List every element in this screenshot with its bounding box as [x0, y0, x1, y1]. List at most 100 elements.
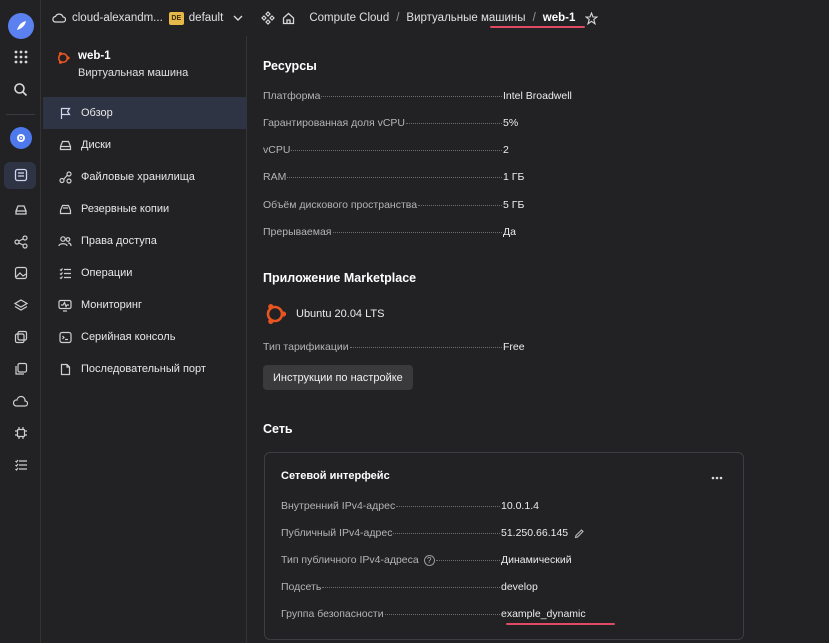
- row-key: Публичный IPv4-адрес: [281, 527, 393, 539]
- instructions-button[interactable]: Инструкции по настройке: [263, 365, 413, 390]
- top-bar: cloud-alexandm... DE default Compute Clo…: [41, 0, 829, 36]
- breadcrumb-separator: /: [532, 12, 536, 24]
- row-value: Динамический: [501, 554, 572, 566]
- security-group-link[interactable]: example_dynamic: [501, 608, 601, 620]
- vm-name: web-1: [78, 50, 111, 62]
- network-row: Внутренний IPv4-адрес 10.0.1.4: [281, 500, 601, 512]
- ubuntu-icon: [56, 51, 70, 79]
- network-title: Сеть: [263, 422, 293, 436]
- nav-item-disks[interactable]: Диски: [43, 129, 247, 161]
- left-rail: [0, 0, 41, 643]
- network-row: Подсеть develop: [281, 581, 601, 593]
- network-icon[interactable]: [0, 228, 41, 256]
- nav-label: Резервные копии: [81, 203, 170, 215]
- copy-icon[interactable]: [0, 355, 41, 383]
- marketplace-product: Ubuntu 20.04 LTS: [263, 302, 384, 326]
- ubuntu-icon: [263, 302, 287, 326]
- row-key: Прерываемая: [263, 226, 332, 238]
- row-value: Да: [503, 226, 516, 238]
- scale-icon[interactable]: [0, 387, 41, 415]
- annotation-underline: [506, 623, 615, 625]
- subnet-link[interactable]: develop: [501, 581, 601, 593]
- help-icon[interactable]: ?: [423, 555, 435, 566]
- row-key: vCPU: [263, 144, 291, 156]
- nav-label: Права доступа: [81, 235, 157, 247]
- image-icon[interactable]: [0, 259, 41, 287]
- nav-item-file-storage[interactable]: Файловые хранилища: [43, 161, 247, 193]
- logo-icon[interactable]: [0, 12, 41, 40]
- vm-type: Виртуальная машина: [78, 67, 189, 79]
- breadcrumb-virtual-machines[interactable]: Виртуальные машины: [406, 12, 525, 24]
- monitoring-icon: [58, 298, 72, 312]
- services-icon[interactable]: [261, 11, 276, 25]
- nav-label: Последовательный порт: [81, 363, 206, 375]
- row-value: Free: [503, 341, 525, 353]
- row-key: Платформа: [263, 90, 321, 102]
- list-icon[interactable]: [0, 451, 41, 479]
- port-icon: [58, 362, 72, 376]
- row-value: 10.0.1.4: [501, 500, 539, 512]
- disk-icon: [58, 138, 72, 152]
- billing-row: Тип тарификации Free: [263, 341, 593, 353]
- disk-icon[interactable]: [0, 196, 41, 224]
- cpu-icon[interactable]: [0, 419, 41, 447]
- nav-item-access[interactable]: Права доступа: [43, 225, 247, 257]
- flag-icon: [58, 106, 72, 120]
- row-value: 1 ГБ: [503, 171, 525, 183]
- nav-item-backups[interactable]: Резервные копии: [43, 193, 247, 225]
- operations-icon: [58, 266, 72, 280]
- nav-label: Серийная консоль: [81, 331, 176, 343]
- search-icon[interactable]: [0, 75, 41, 103]
- snapshot-icon[interactable]: [0, 323, 41, 351]
- vm-header: web-1 Виртуальная машина: [56, 50, 188, 79]
- resource-row: vCPU 2: [263, 144, 593, 156]
- resource-row: Платформа Intel Broadwell: [263, 90, 593, 102]
- breadcrumb-current: web-1: [542, 12, 576, 24]
- annotation-underline: [490, 26, 585, 28]
- nav-item-monitoring[interactable]: Мониторинг: [43, 289, 247, 321]
- row-key: Тип публичного IPv4-адреса: [281, 554, 419, 566]
- network-row: Публичный IPv4-адрес 51.250.66.145: [281, 527, 601, 539]
- breadcrumb-compute-cloud[interactable]: Compute Cloud: [309, 12, 389, 24]
- cloud-selector[interactable]: cloud-alexandm...: [52, 12, 163, 24]
- marketplace-title: Приложение Marketplace: [263, 271, 417, 285]
- nav-item-serial-console[interactable]: Серийная консоль: [43, 321, 247, 353]
- compute-cloud-icon[interactable]: [0, 124, 41, 152]
- file-storage-icon: [58, 170, 72, 184]
- more-icon[interactable]: [711, 476, 723, 480]
- nav-item-overview[interactable]: Обзор: [43, 97, 247, 129]
- nav-item-operations[interactable]: Операции: [43, 257, 247, 289]
- row-key: Объём дискового пространства: [263, 199, 418, 211]
- layers-icon[interactable]: [0, 291, 41, 319]
- nav-item-serial-port[interactable]: Последовательный порт: [43, 353, 247, 385]
- nav-label: Файловые хранилища: [81, 171, 195, 183]
- rail-divider: [6, 114, 35, 115]
- resources-title: Ресурсы: [263, 59, 317, 73]
- card-title: Сетевой интерфейс: [281, 470, 390, 482]
- breadcrumb-separator: /: [396, 12, 400, 24]
- backup-icon: [58, 202, 72, 216]
- row-value: 5 ГБ: [503, 199, 525, 211]
- row-value: 51.250.66.145: [501, 527, 569, 539]
- folder-selector[interactable]: DE default: [163, 11, 244, 25]
- edit-icon[interactable]: [574, 528, 585, 539]
- cloud-icon: [52, 12, 66, 24]
- row-key: RAM: [263, 171, 287, 183]
- resource-row: Прерываемая Да: [263, 226, 593, 238]
- star-icon[interactable]: [585, 11, 599, 25]
- users-icon: [58, 234, 72, 248]
- vm-icon[interactable]: [0, 161, 41, 189]
- apps-grid-icon[interactable]: [0, 43, 41, 71]
- resource-row: Гарантированная доля vCPU 5%: [263, 117, 593, 129]
- nav-label: Операции: [81, 267, 133, 279]
- row-value-container: 51.250.66.145: [501, 527, 601, 539]
- home-icon[interactable]: [282, 12, 295, 25]
- network-row: Тип публичного IPv4-адреса ? Динамически…: [281, 554, 601, 566]
- resource-row: RAM 1 ГБ: [263, 171, 593, 183]
- row-key: Гарантированная доля vCPU: [263, 117, 405, 129]
- network-row: Группа безопасности example_dynamic: [281, 608, 601, 620]
- row-value: 5%: [503, 117, 519, 129]
- row-value: Intel Broadwell: [503, 90, 572, 102]
- row-key: Внутренний IPv4-адрес: [281, 500, 396, 512]
- console-icon: [58, 330, 72, 344]
